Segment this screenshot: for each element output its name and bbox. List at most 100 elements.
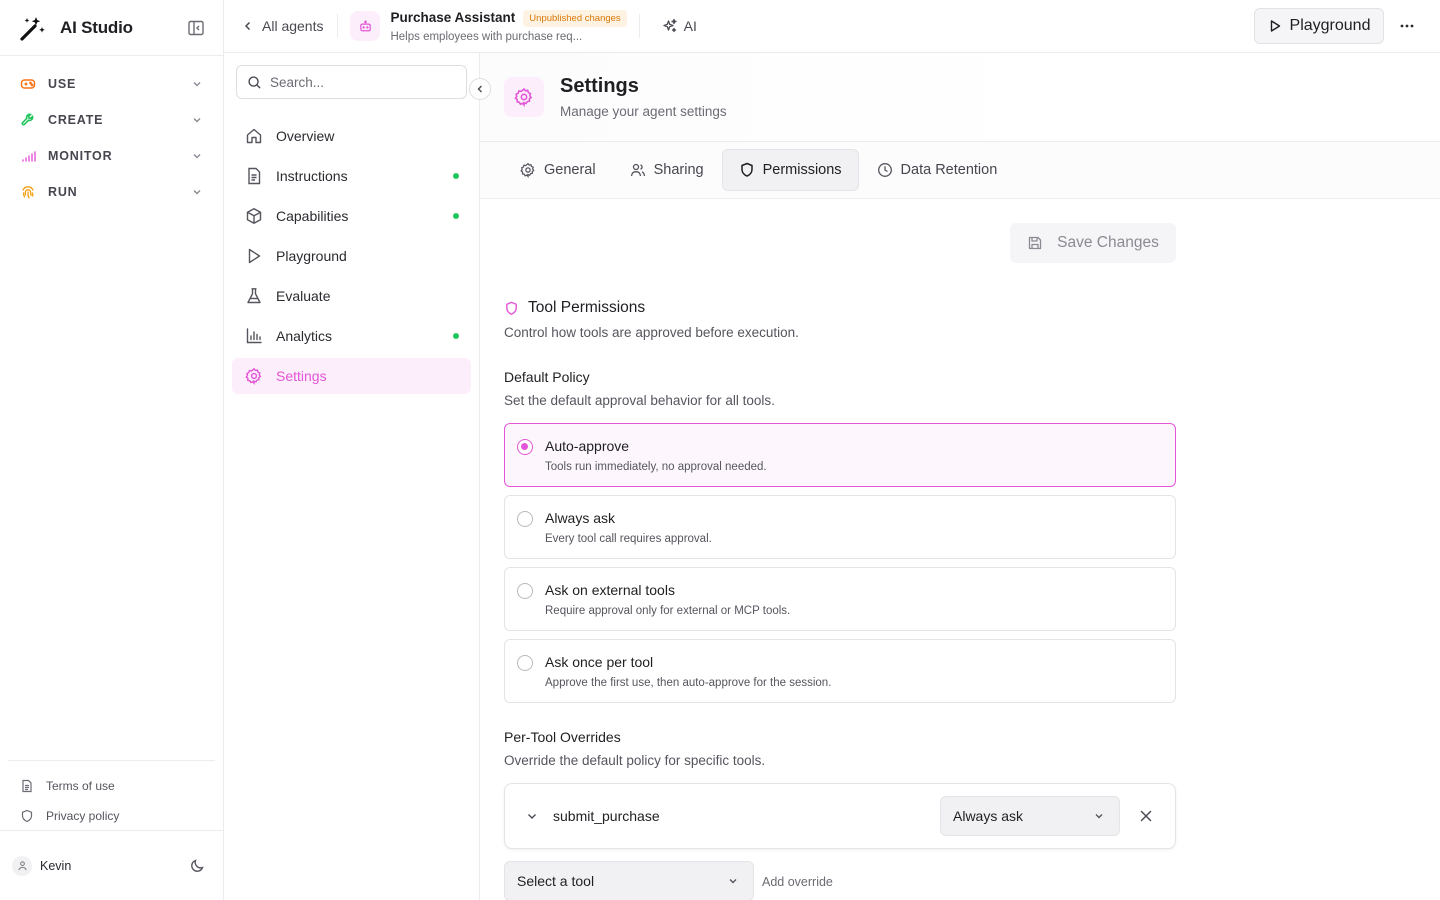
search-placeholder: Search... [270,74,325,90]
settings-tabs: General Sharing Permissions Data Retenti… [480,142,1440,199]
tab-general[interactable]: General [504,149,612,191]
subnav-label: Analytics [276,328,333,344]
overrides-heading: Per-Tool Overrides [504,729,621,745]
chevron-left-icon [244,21,251,31]
subnav-item-playground[interactable]: Playground [232,238,471,274]
subnav-item-evaluate[interactable]: Evaluate [232,278,471,314]
document-icon [22,779,32,793]
document-icon [248,167,261,185]
override-row: submit_purchase Always ask [504,783,1176,849]
ai-label: AI [683,18,697,34]
status-dot [453,173,459,179]
user-name: Kevin [40,858,72,873]
tool-select[interactable]: Select a tool [504,861,754,900]
main-content: Settings Manage your agent settings Gene… [480,53,1440,900]
search-field[interactable]: Search... [236,65,467,99]
gear-icon [504,77,544,117]
default-policy-desc: Set the default approval behavior for al… [504,393,775,408]
section-title-text: Tool Permissions [528,299,646,316]
subnav-item-capabilities[interactable]: Capabilities [232,198,471,234]
tab-data-retention[interactable]: Data Retention [861,149,1014,191]
shield-icon [506,301,517,315]
ai-button[interactable]: AI [662,18,697,34]
status-dot [453,333,459,339]
add-override-button[interactable]: Add override [762,875,833,889]
subnav-label: Instructions [276,168,348,184]
nav-group-monitor[interactable]: MONITOR [0,138,223,174]
option-title: Ask on external tools [545,582,675,598]
nav-group-label: USE [48,77,77,91]
tab-permissions[interactable]: Permissions [721,149,859,191]
brand: AI Studio [0,0,223,56]
subnav-label: Evaluate [276,288,331,304]
moon-icon[interactable] [189,858,205,874]
subnav-item-overview[interactable]: Overview [232,118,471,154]
chevron-down-icon[interactable] [525,809,539,823]
magic-wand-icon [18,14,46,42]
robot-icon [350,11,381,41]
subnav-item-instructions[interactable]: Instructions [232,158,471,194]
wrench-icon [20,112,36,128]
flask-icon [247,288,261,304]
tool-permissions-heading: Tool Permissions [504,299,645,317]
nav-groups: USE CREATE MONITOR RUN [0,56,223,210]
gamepad-icon [20,76,36,92]
cube-icon [246,208,262,224]
option-title: Auto-approve [545,438,630,454]
policy-option-auto-approve[interactable]: Auto-approve Tools run immediately, no a… [504,423,1176,487]
sparkles-icon [663,18,677,33]
policy-option-ask-external[interactable]: Ask on external tools Require approval o… [504,567,1176,631]
gear-icon [245,367,262,385]
save-label: Save Changes [1057,234,1159,251]
page-subtitle: Manage your agent settings [560,104,727,119]
nav-group-use[interactable]: USE [0,66,223,102]
override-policy-select[interactable]: Always ask [940,796,1120,836]
more-options-icon[interactable] [1398,17,1416,35]
option-desc: Approve the first use, then auto-approve… [545,677,832,689]
default-policy-heading: Default Policy [504,369,590,385]
shield-icon [21,809,33,823]
option-title: Always ask [545,510,616,526]
nav-group-label: RUN [48,185,78,199]
chevron-down-icon [1095,814,1103,819]
nav-group-label: CREATE [48,113,104,127]
subnav-label: Settings [276,368,327,384]
chevron-down-icon [191,114,203,126]
sidebar-collapse-icon[interactable] [187,19,205,37]
chevron-down-icon [191,150,203,162]
fingerprint-icon [20,184,36,200]
play-icon [1270,20,1280,32]
playground-label: Playground [1289,17,1371,34]
app-name: AI Studio [60,17,133,37]
subnav-item-settings[interactable]: Settings [232,358,471,394]
privacy-link[interactable]: Privacy policy [8,801,215,831]
shield-icon [740,162,753,177]
nav-group-create[interactable]: CREATE [0,102,223,138]
close-icon[interactable] [1139,809,1153,823]
sidebar-footer: Terms of use Privacy policy [8,760,215,831]
subnav-label: Capabilities [276,208,349,224]
bar-chart-icon [246,328,262,344]
playground-button[interactable]: Playground [1254,8,1384,44]
search-icon [248,75,261,89]
user-row[interactable]: Kevin [0,830,223,900]
agent-info: Purchase Assistant Unpublished changes He… [338,9,627,43]
policy-option-ask-once[interactable]: Ask once per tool Approve the first use,… [504,639,1176,703]
select-value: Always ask [953,808,1024,824]
policy-option-always-ask[interactable]: Always ask Every tool call requires appr… [504,495,1176,559]
save-icon [1029,236,1042,250]
collapse-subnav-button[interactable] [469,78,491,100]
save-changes-button[interactable]: Save Changes [1010,223,1176,263]
radio-button[interactable] [517,439,533,455]
tab-sharing[interactable]: Sharing [614,149,720,191]
back-to-agents-link[interactable]: All agents [224,0,337,53]
radio-button[interactable] [517,655,533,671]
radio-button[interactable] [517,511,533,527]
terms-link[interactable]: Terms of use [8,771,215,801]
user-avatar-icon [12,855,32,876]
subnav-item-analytics[interactable]: Analytics [232,318,471,354]
nav-group-run[interactable]: RUN [0,174,223,210]
overrides-desc: Override the default policy for specific… [504,753,766,768]
home-icon [246,128,262,144]
radio-button[interactable] [517,583,533,599]
